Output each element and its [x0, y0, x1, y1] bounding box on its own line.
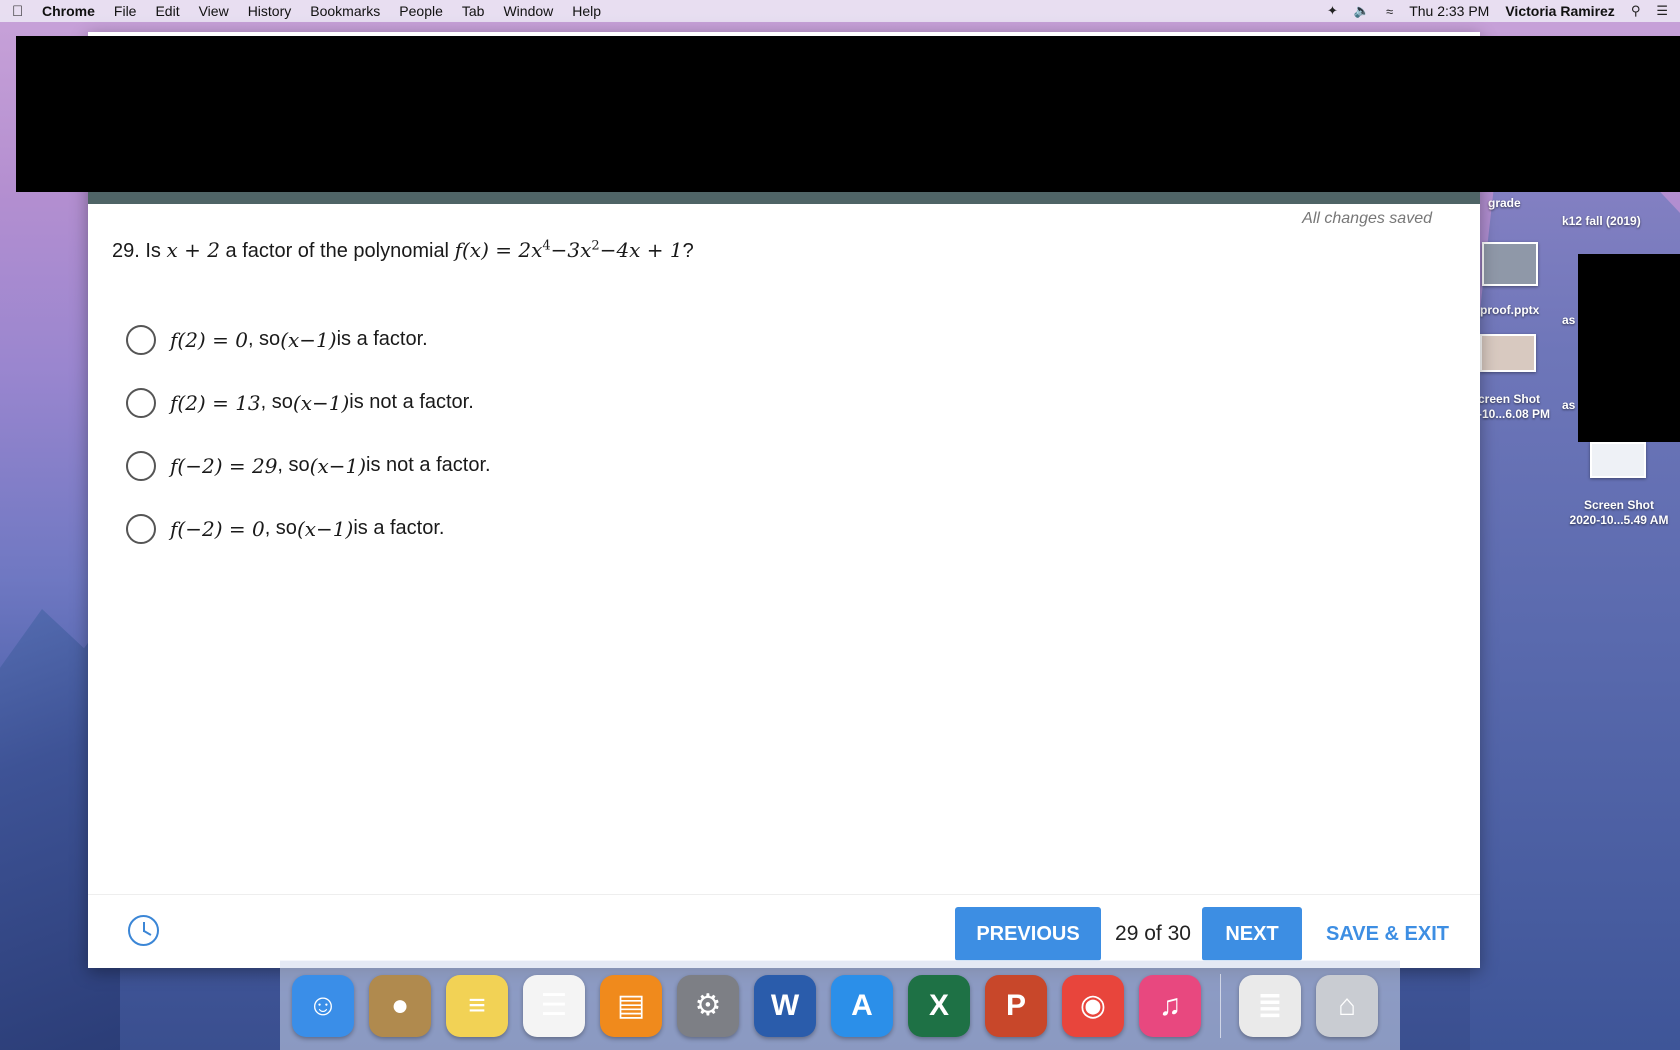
- option-1-so: , so: [247, 328, 281, 350]
- menubar-clock[interactable]: Thu 2:33 PM: [1409, 3, 1489, 19]
- ibooks-icon[interactable]: ▤: [600, 974, 662, 1037]
- redacted-browser-header: [16, 36, 1680, 192]
- option-1-math: f(2) = 0: [170, 327, 248, 352]
- radio-button-3[interactable]: [126, 450, 156, 481]
- polynomial: f(x) = 2x4−3x2−4x + 1: [455, 238, 683, 262]
- answer-option-4[interactable]: f(−2) = 0, so (x−1) is a factor.: [126, 497, 491, 560]
- answer-option-2[interactable]: f(2) = 13, so (x−1) is not a factor.: [126, 371, 491, 434]
- question-pre: Is: [145, 240, 161, 262]
- question-mid: a factor of the polynomial: [225, 240, 450, 262]
- desktop-item-as-2[interactable]: as: [1562, 398, 1575, 413]
- browser-window: All changes saved 29. Is x + 2 a factor …: [16, 32, 1680, 968]
- timer-clock-icon[interactable]: [128, 915, 159, 946]
- menu-window[interactable]: Window: [503, 3, 553, 19]
- previous-button[interactable]: PREVIOUS: [955, 907, 1101, 961]
- screenshot-2-line-1: Screen Shot: [1583, 498, 1655, 512]
- menu-app-chrome[interactable]: Chrome: [42, 3, 95, 19]
- desktop-thumb-proof[interactable]: [1482, 242, 1538, 286]
- option-2-factor: (x−1): [292, 390, 350, 415]
- next-button[interactable]: NEXT: [1202, 907, 1302, 961]
- menu-bookmarks[interactable]: Bookmarks: [310, 3, 380, 19]
- menu-bar:  Chrome File Edit View History Bookmark…: [0, 0, 1680, 22]
- desktop-thumb-screenshot-1[interactable]: [1480, 334, 1536, 372]
- bluetooth-icon[interactable]: ✦: [1327, 3, 1338, 19]
- desktop-item-grade[interactable]: grade: [1488, 196, 1521, 211]
- question-end: ?: [682, 240, 694, 262]
- option-2-tail: is not a factor.: [349, 391, 474, 413]
- menu-view[interactable]: View: [199, 3, 229, 19]
- menubar-status-area: ✦ 🔈 ≈ Thu 2:33 PM Victoria Ramirez ⚲ ☰: [1311, 3, 1668, 19]
- notification-center-icon[interactable]: ☰: [1656, 3, 1668, 19]
- itunes-icon[interactable]: ♫: [1139, 974, 1201, 1037]
- powerpoint-icon[interactable]: P: [985, 974, 1047, 1037]
- option-4-math: f(−2) = 0: [170, 516, 265, 541]
- radio-button-1[interactable]: [126, 324, 156, 355]
- screenshot-1-line-1: creen Shot: [1478, 392, 1541, 406]
- question-number: 29.: [112, 240, 140, 262]
- word-icon[interactable]: W: [754, 974, 816, 1037]
- save-exit-button[interactable]: SAVE & EXIT: [1326, 907, 1449, 961]
- option-1-tail: is a factor.: [336, 328, 428, 350]
- notes-icon[interactable]: ≡: [446, 974, 508, 1037]
- menu-people[interactable]: People: [399, 3, 443, 19]
- option-3-math: f(−2) = 29: [170, 453, 278, 478]
- answer-options: f(2) = 0, so (x−1) is a factor. f(2) = 1…: [126, 308, 491, 560]
- volume-icon[interactable]: 🔈: [1354, 3, 1370, 19]
- reminders-icon[interactable]: ☰: [523, 974, 585, 1037]
- option-3-tail: is not a factor.: [366, 454, 491, 476]
- dock: ☺ ● ≡ ☰ ▤ ⚙ W A X P ◉ ♫ ≣ ⌂: [280, 960, 1400, 1050]
- polynomial-term1: = 2x: [488, 238, 543, 262]
- quiz-footer: PREVIOUS 29 of 30 NEXT SAVE & EXIT: [88, 894, 1480, 968]
- excel-icon[interactable]: X: [908, 974, 970, 1037]
- polynomial-exp2: 2: [591, 238, 600, 254]
- option-4-tail: is a factor.: [353, 517, 445, 539]
- menubar-user[interactable]: Victoria Ramirez: [1505, 3, 1614, 19]
- polynomial-exp1: 4: [542, 238, 551, 254]
- save-status: All changes saved: [1302, 210, 1432, 227]
- desktop-item-screenshot-2[interactable]: Screen Shot 2020-10...5.49 AM: [1558, 498, 1680, 528]
- option-3-factor: (x−1): [309, 453, 367, 478]
- menu-file[interactable]: File: [114, 3, 137, 19]
- option-4-factor: (x−1): [296, 516, 354, 541]
- screenshot-1-line-2: -10...6.08 PM: [1478, 407, 1551, 421]
- spotlight-search-icon[interactable]: ⚲: [1631, 3, 1641, 19]
- redacted-desktop-region: [1578, 254, 1680, 442]
- question-factor: x + 2: [166, 238, 220, 262]
- finder-icon[interactable]: ☺: [292, 974, 354, 1037]
- radio-button-2[interactable]: [126, 387, 156, 418]
- menu-tab[interactable]: Tab: [462, 3, 485, 19]
- answer-option-1[interactable]: f(2) = 0, so (x−1) is a factor.: [126, 308, 491, 371]
- question-counter: 29 of 30: [1115, 922, 1191, 945]
- chrome-icon[interactable]: ◉: [1062, 974, 1124, 1037]
- desktop-item-proof-pptx[interactable]: proof.pptx: [1480, 303, 1539, 318]
- desktop-thumb-screenshot-2[interactable]: [1590, 442, 1646, 478]
- polynomial-term3: −4x + 1: [599, 238, 683, 262]
- screenshot-2-line-2: 2020-10...5.49 AM: [1569, 513, 1669, 527]
- contacts-icon[interactable]: ●: [369, 974, 431, 1037]
- option-2-math: f(2) = 13: [170, 390, 261, 415]
- question-text: 29. Is x + 2 a factor of the polynomial …: [112, 238, 694, 263]
- answer-option-3[interactable]: f(−2) = 29, so (x−1) is not a factor.: [126, 434, 491, 497]
- dock-separator: [1220, 973, 1221, 1038]
- document-icon[interactable]: ≣: [1239, 974, 1301, 1037]
- menu-edit[interactable]: Edit: [155, 3, 179, 19]
- menu-help[interactable]: Help: [572, 3, 601, 19]
- option-2-so: , so: [260, 391, 293, 413]
- system-preferences-icon[interactable]: ⚙: [677, 974, 739, 1037]
- option-4-so: , so: [264, 517, 297, 539]
- option-1-factor: (x−1): [280, 327, 337, 352]
- app-store-icon[interactable]: A: [831, 974, 893, 1037]
- desktop-item-as-1[interactable]: as: [1562, 313, 1575, 328]
- desktop-item-screenshot-1[interactable]: creen Shot -10...6.08 PM: [1478, 392, 1550, 422]
- quiz-header-bar: [88, 192, 1480, 204]
- menu-history[interactable]: History: [248, 3, 292, 19]
- wifi-icon[interactable]: ≈: [1386, 4, 1393, 19]
- desktop-item-k12-fall[interactable]: k12 fall (2019): [1562, 214, 1641, 229]
- option-3-so: , so: [277, 454, 310, 476]
- polynomial-term2: −3x: [550, 238, 592, 262]
- apple-icon[interactable]: : [12, 3, 42, 20]
- radio-button-4[interactable]: [126, 513, 156, 544]
- trash-icon[interactable]: ⌂: [1316, 974, 1378, 1037]
- polynomial-fx: f(x): [454, 238, 489, 262]
